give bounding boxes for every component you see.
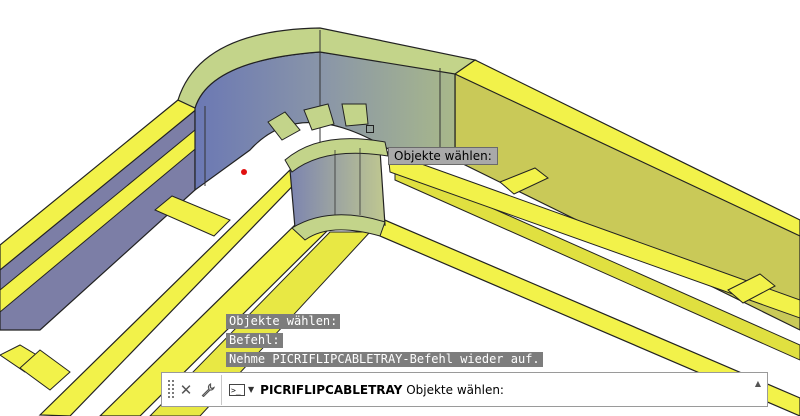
chevron-up-icon[interactable]: ▲ <box>752 375 764 405</box>
command-name: PICRIFLIPCABLETRAY <box>260 382 403 397</box>
history-line: Befehl: <box>226 333 283 348</box>
close-icon[interactable]: ✕ <box>175 376 197 404</box>
command-line[interactable]: ✕ >_ ▼ PICRIFLIPCABLETRAY Objekte wählen… <box>161 372 768 407</box>
command-prompt: Objekte wählen: <box>406 382 504 397</box>
command-history: Objekte wählen: Befehl: Nehme PICRIFLIPC… <box>226 314 543 371</box>
command-input[interactable]: PICRIFLIPCABLETRAY Objekte wählen: <box>260 383 752 397</box>
grip-point[interactable] <box>241 169 247 175</box>
pickbox-cursor <box>366 125 374 133</box>
grip-handle-icon[interactable] <box>167 378 175 402</box>
wrench-icon[interactable] <box>197 376 219 404</box>
cursor-tooltip: Objekte wählen: <box>388 147 498 165</box>
history-line: Nehme PICRIFLIPCABLETRAY-Befehl wieder a… <box>226 352 543 367</box>
history-line: Objekte wählen: <box>226 314 341 329</box>
chevron-down-icon[interactable]: ▼ <box>248 385 254 394</box>
bend-tab-3 <box>341 103 369 127</box>
separator <box>221 374 222 405</box>
command-prompt-icon[interactable]: >_ <box>229 383 245 396</box>
